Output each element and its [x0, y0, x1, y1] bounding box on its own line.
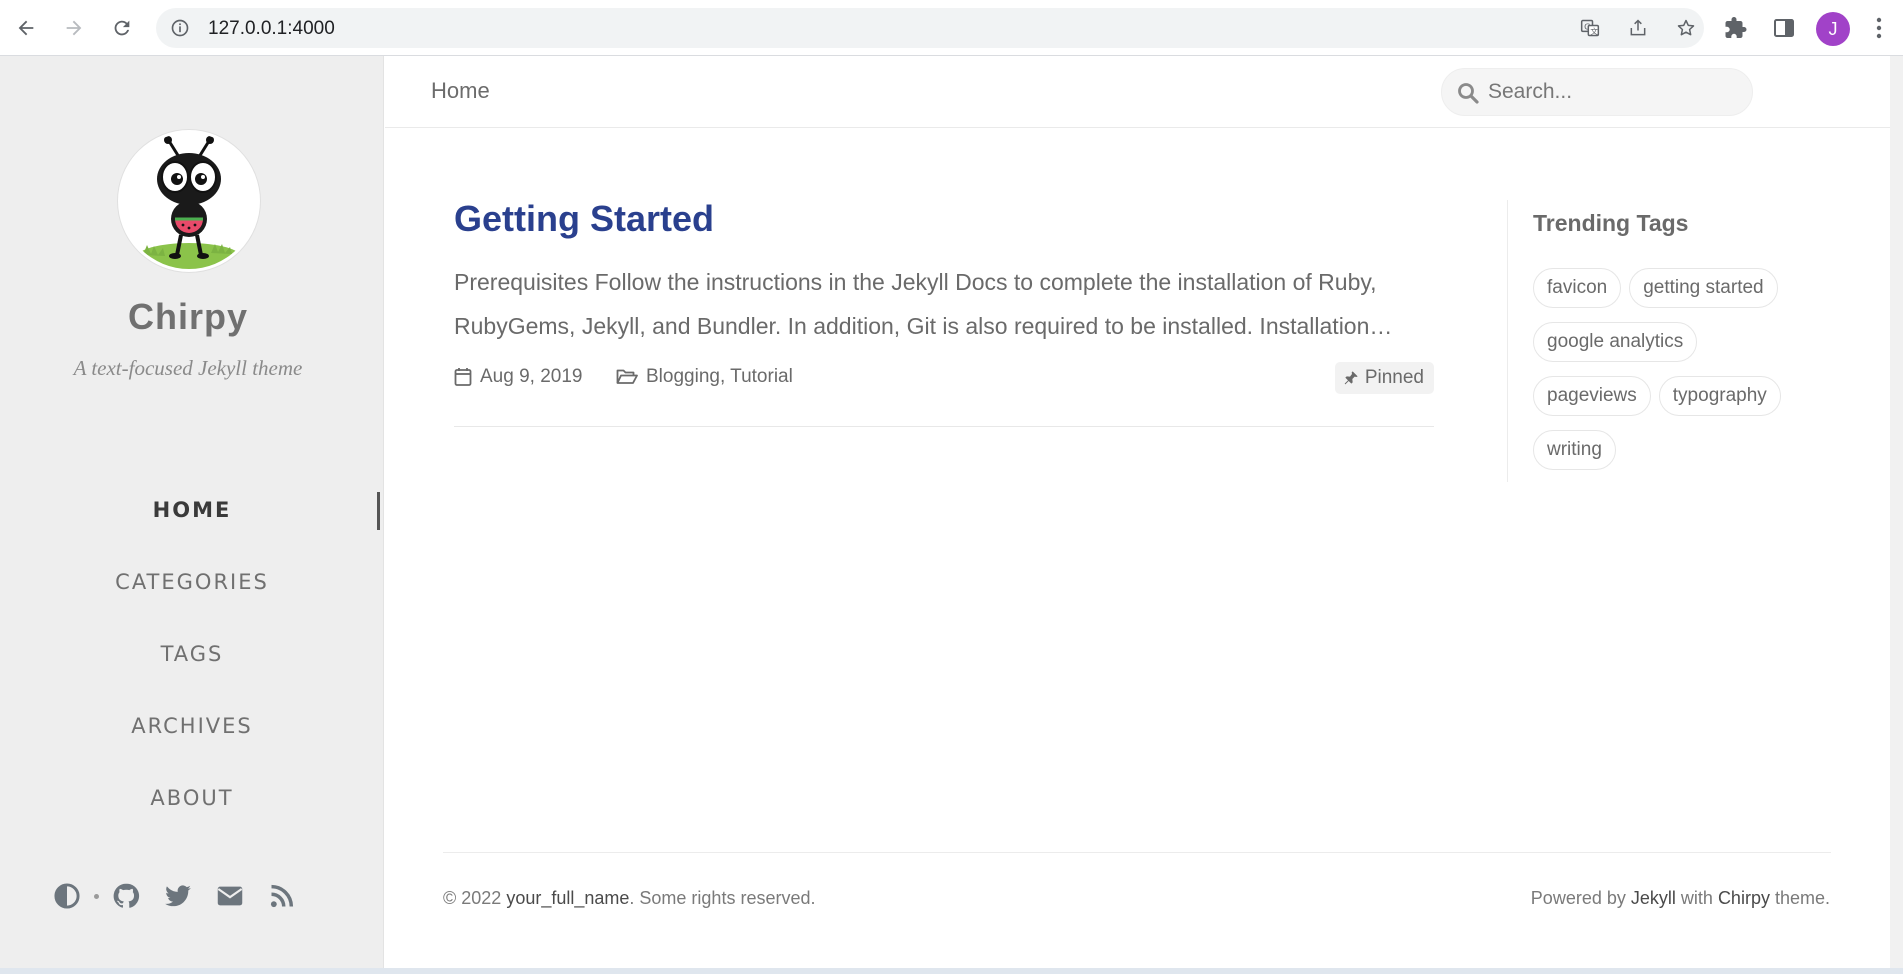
taskbar-strip [0, 968, 1903, 974]
post-title[interactable]: Getting Started [454, 198, 1434, 240]
post-categories: Blogging, Tutorial [616, 366, 793, 388]
pin-icon [1344, 371, 1358, 385]
tag-favicon[interactable]: favicon [1533, 268, 1622, 308]
category-tutorial[interactable]: Tutorial [730, 366, 793, 387]
sidebar-item-about[interactable]: ABOUT [0, 762, 384, 834]
theme-suffix: theme. [1774, 888, 1830, 908]
post-card[interactable]: Getting Started Prerequisites Follow the… [454, 198, 1434, 394]
page-scrollbar[interactable] [1890, 56, 1903, 974]
trending-tags-panel: Trending Tags favicon getting started go… [1507, 200, 1807, 482]
category-separator: , [719, 366, 726, 387]
theme-toggle-icon[interactable] [52, 881, 82, 911]
browser-menu-icon[interactable] [1872, 14, 1886, 42]
site-title[interactable]: Chirpy [0, 296, 376, 338]
search-input[interactable] [1488, 77, 1738, 107]
tag-writing[interactable]: writing [1533, 430, 1616, 470]
separator-dot [94, 893, 99, 899]
email-icon[interactable] [215, 881, 245, 911]
profile-avatar[interactable]: J [1816, 12, 1850, 46]
tag-list: favicon getting started google analytics… [1533, 268, 1803, 470]
topbar: Home [385, 56, 1890, 128]
tag-typography[interactable]: typography [1658, 376, 1781, 416]
translate-icon[interactable]: G文 [1578, 18, 1602, 38]
twitter-icon[interactable] [163, 881, 193, 911]
svg-text:文: 文 [1590, 26, 1598, 36]
footer-copyright: © 2022 your_full_name. Some rights reser… [443, 888, 815, 909]
tag-google-analytics[interactable]: google analytics [1533, 322, 1698, 362]
url-text[interactable]: 127.0.0.1:4000 [208, 18, 335, 40]
search-icon [1458, 83, 1479, 104]
post-divider [454, 426, 1434, 427]
folder-open-icon [616, 369, 638, 384]
owner-link[interactable]: your_full_name [506, 888, 629, 908]
copyright-year: © 2022 [443, 888, 502, 908]
tag-getting-started[interactable]: getting started [1629, 268, 1778, 308]
back-icon[interactable] [8, 10, 44, 46]
post-date: Aug 9, 2019 [454, 366, 582, 388]
share-icon[interactable] [1626, 18, 1650, 38]
jekyll-link[interactable]: Jekyll [1631, 888, 1676, 908]
browser-toolbar: 127.0.0.1:4000 G文 J [0, 0, 1903, 56]
site-avatar[interactable] [118, 130, 260, 272]
ant-mascot-icon [137, 136, 241, 269]
tag-pageviews[interactable]: pageviews [1533, 376, 1651, 416]
post-meta: Aug 9, 2019 Blogging, Tutorial Pinned [454, 362, 1434, 398]
extensions-icon[interactable] [1724, 16, 1748, 40]
sidebar-item-home[interactable]: HOME [0, 474, 384, 546]
chirpy-link[interactable]: Chirpy [1718, 888, 1770, 908]
forward-icon[interactable] [56, 10, 92, 46]
breadcrumb: Home [431, 78, 490, 103]
reload-icon[interactable] [104, 10, 140, 46]
category-blogging[interactable]: Blogging [646, 366, 720, 387]
sidebar-bottom-links [52, 876, 332, 916]
with-text: with [1680, 888, 1713, 908]
address-bar[interactable]: 127.0.0.1:4000 G文 [156, 8, 1704, 48]
site-subtitle: A text-focused Jekyll theme [73, 356, 303, 380]
trending-tags-title: Trending Tags [1533, 210, 1689, 236]
search-box[interactable] [1441, 68, 1753, 116]
pinned-label: Pinned [1364, 367, 1424, 388]
post-date-text: Aug 9, 2019 [480, 366, 583, 387]
footer-powered-by: Powered by Jekyll with Chirpy theme. [1531, 888, 1830, 909]
sidebar-nav: HOME CATEGORIES TAGS ARCHIVES ABOUT [0, 474, 384, 834]
post-excerpt: Prerequisites Follow the instructions in… [454, 269, 1393, 339]
powered-prefix: Powered by [1530, 888, 1626, 908]
sidebar-item-archives[interactable]: ARCHIVES [0, 690, 384, 762]
sidebar-item-tags[interactable]: TAGS [0, 618, 384, 690]
rights-text: . Some rights reserved. [629, 888, 816, 908]
side-panel-icon[interactable] [1772, 16, 1796, 40]
site-info-icon[interactable] [170, 18, 190, 38]
github-icon[interactable] [111, 881, 141, 911]
calendar-icon [454, 368, 472, 386]
bookmark-star-icon[interactable] [1674, 18, 1698, 38]
sidebar: Chirpy A text-focused Jekyll theme HOME … [0, 56, 384, 974]
pinned-badge: Pinned [1334, 362, 1434, 394]
sidebar-item-categories[interactable]: CATEGORIES [0, 546, 384, 618]
rss-icon[interactable] [267, 881, 297, 911]
footer-divider [443, 852, 1831, 853]
